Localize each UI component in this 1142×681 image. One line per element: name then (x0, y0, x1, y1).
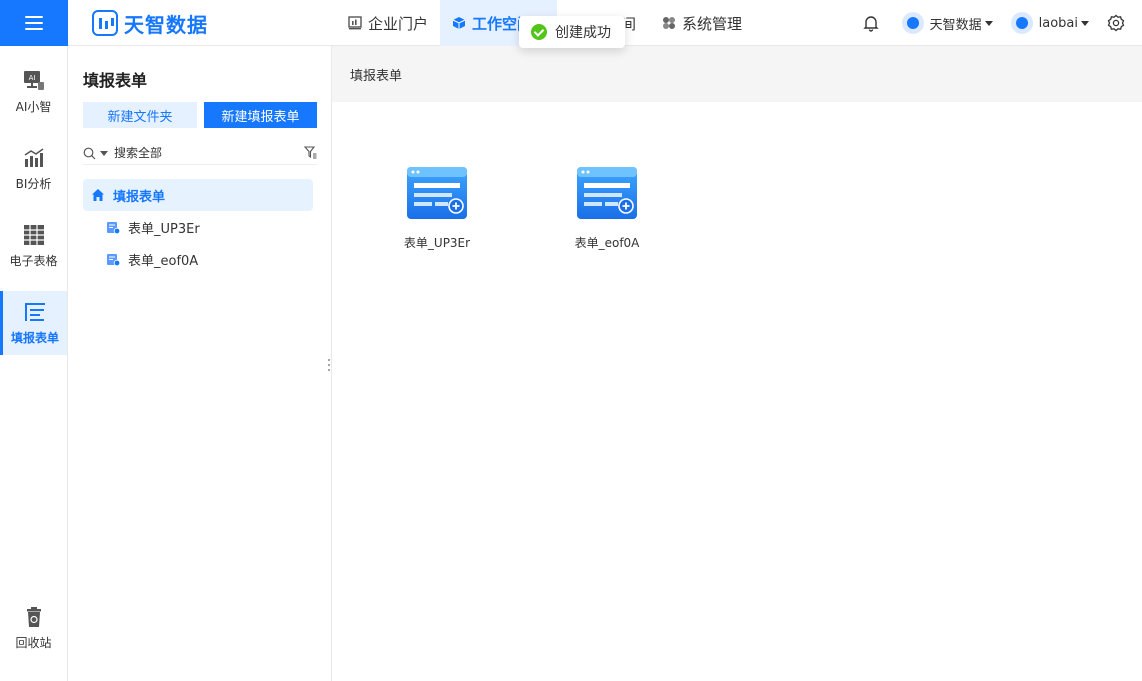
nav-system-management[interactable]: 系统管理 (650, 0, 754, 46)
form-card-icon (577, 167, 637, 219)
nav-enterprise-portal[interactable]: 企业门户 (336, 0, 440, 46)
rail-label: AI小智 (15, 99, 52, 114)
user-menu[interactable]: laobai (1010, 12, 1089, 34)
search-icon[interactable] (83, 147, 96, 160)
form-card[interactable]: 表单_UP3Er (392, 166, 482, 251)
org-switcher[interactable]: 天智数据 (901, 12, 993, 34)
bell-icon[interactable] (862, 14, 880, 32)
new-folder-button[interactable]: 新建文件夹 (83, 102, 197, 128)
form-card-icon (407, 167, 467, 219)
rail-label: BI分析 (15, 176, 52, 191)
tree-root-node[interactable]: 填报表单 (83, 179, 313, 211)
form-tree-panel: 填报表单 新建文件夹 新建填报表单 填报表单 表单_UP3Er (68, 46, 332, 681)
form-file-icon (107, 222, 120, 234)
user-label: laobai (1038, 15, 1078, 31)
cube-icon (452, 17, 466, 29)
rail-label: 电子表格 (9, 253, 58, 268)
nav-label: 企业门户 (368, 14, 429, 33)
tree-search (83, 142, 317, 165)
tree-leaf-item[interactable]: 表单_eof0A (106, 248, 198, 270)
search-input[interactable] (114, 146, 294, 160)
recycle-bin-icon (26, 606, 41, 627)
main-content: 填报表单 表单_UP3Er 表单_eof0A (332, 46, 1142, 681)
logo-text: 天智数据 (124, 12, 208, 37)
chart-icon (348, 16, 362, 30)
tree-leaf-label: 表单_eof0A (128, 253, 199, 269)
chevron-down-icon (984, 20, 993, 26)
new-form-button[interactable]: 新建填报表单 (204, 102, 317, 128)
breadcrumb-label: 填报表单 (350, 68, 403, 84)
rail-item-spreadsheet[interactable]: 电子表格 (0, 214, 67, 278)
left-rail: AI AI小智 BI分析 电子表格 填报表单 回收站 (0, 46, 68, 681)
menu-toggle-button[interactable] (0, 0, 68, 46)
panel-title: 填报表单 (83, 71, 148, 90)
nav-label: 系统管理 (682, 14, 743, 33)
success-toast: 创建成功 (519, 16, 625, 48)
windmill-icon (663, 17, 676, 29)
bar-chart-icon (24, 147, 43, 167)
svg-text:AI: AI (28, 74, 35, 82)
form-file-icon (107, 254, 120, 266)
ai-monitor-icon: AI (23, 70, 44, 90)
user-avatar-icon (1010, 12, 1033, 34)
org-label: 天智数据 (929, 17, 982, 33)
tree-root-label: 填报表单 (113, 189, 166, 205)
rail-item-trash[interactable]: 回收站 (0, 596, 67, 660)
chevron-down-icon (1081, 20, 1089, 26)
toast-message: 创建成功 (555, 25, 611, 41)
grid-table-icon (23, 224, 44, 245)
home-icon (92, 189, 104, 201)
breadcrumb: 填报表单 (332, 46, 1142, 102)
tree-leaf-item[interactable]: 表单_UP3Er (106, 216, 200, 238)
rail-item-ai[interactable]: AI AI小智 (0, 60, 67, 124)
rail-label: 回收站 (15, 635, 52, 650)
form-card-label: 表单_UP3Er (403, 236, 471, 250)
form-list-icon (25, 302, 45, 321)
form-card-label: 表单_eof0A (574, 236, 640, 250)
chevron-down-icon[interactable] (100, 150, 108, 156)
rail-label: 填报表单 (10, 330, 59, 345)
rail-item-bi[interactable]: BI分析 (0, 137, 67, 201)
org-avatar-icon (901, 12, 924, 34)
header-actions: 天智数据 laobai (862, 0, 1142, 46)
app-logo[interactable]: 天智数据 (92, 10, 208, 37)
logo-mark-icon (92, 10, 118, 36)
rail-item-forms[interactable]: 填报表单 (0, 291, 67, 355)
filter-icon[interactable] (304, 146, 317, 159)
gear-icon[interactable] (1107, 14, 1125, 32)
check-circle-icon (531, 24, 547, 40)
form-card[interactable]: 表单_eof0A (562, 166, 652, 251)
tree-leaf-label: 表单_UP3Er (128, 221, 200, 237)
hamburger-icon (25, 16, 43, 30)
